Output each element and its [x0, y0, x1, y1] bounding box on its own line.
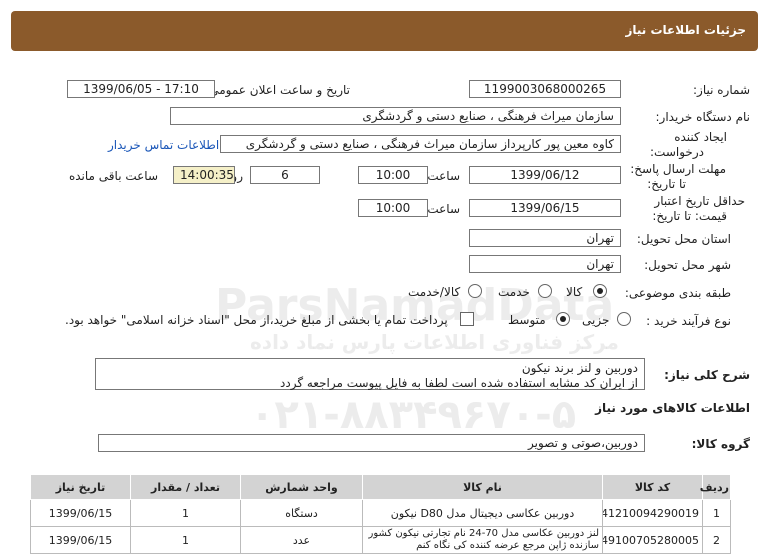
cell-row-number: 2: [702, 526, 731, 554]
process-option-minor: جزیی: [582, 313, 610, 327]
table-row: 2 2249100705280005 لنز دوربین عکاسی مدل …: [30, 526, 731, 554]
cell-name: دوربین عکاسی دیجیتال مدل D80 نیکون: [362, 499, 603, 527]
cell-code: 2241210094290019: [602, 499, 703, 527]
page-title: جزئیات اطلاعات نیاز: [625, 23, 746, 37]
buyer-label: نام دستگاه خریدار:: [655, 110, 751, 124]
category-radio-service[interactable]: [538, 284, 552, 298]
city-field: تهران: [469, 255, 621, 273]
goods-group-field: دوربین،صوتی و تصویر: [98, 434, 645, 452]
province-label: استان محل تحویل:: [636, 232, 731, 246]
description-label: شرح کلی نیاز:: [664, 368, 750, 382]
creator-label-1: ایجاد کننده: [674, 130, 727, 144]
validity-date-field: 1399/06/15: [469, 199, 621, 217]
cell-quantity: 1: [130, 499, 241, 527]
buyer-field: سازمان میراث فرهنگی ، صنایع دستی و گردشگ…: [170, 107, 621, 125]
category-option-service: خدمت: [498, 285, 530, 299]
category-radio-goods[interactable]: [593, 284, 607, 298]
goods-group-label: گروه کالا:: [691, 437, 750, 451]
province-field: تهران: [469, 229, 621, 247]
validity-label-1: حداقل تاریخ اعتبار: [654, 194, 745, 208]
cell-name: لنز دوربین عکاسی مدل 70-24 نام تجارتی نی…: [362, 526, 603, 554]
category-option-goods: کالا: [566, 285, 583, 299]
description-line-1: دوربین و لنز برند نیکون: [521, 361, 638, 375]
col-header-row-number: ردیف: [700, 474, 731, 500]
col-header-name: نام کالا: [362, 474, 603, 500]
process-radio-minor[interactable]: [617, 312, 631, 326]
cell-unit: دستگاه: [240, 499, 363, 527]
process-label: نوع فرآیند خرید :: [646, 314, 731, 328]
description-box: دوربین و لنز برند نیکون از ایران کد مشاب…: [95, 358, 645, 390]
contact-buyer-link[interactable]: اطلاعات تماس خریدار: [108, 138, 219, 152]
validity-label-2: قیمت: تا تاریخ:: [652, 209, 727, 223]
cell-code: 2249100705280005: [602, 526, 703, 554]
deadline-date-field: 1399/06/12: [469, 166, 621, 184]
remaining-label: ساعت باقی مانده: [68, 169, 158, 183]
deadline-label-2: تا تاریخ:: [647, 177, 686, 191]
cell-date: 1399/06/15: [30, 526, 131, 554]
announce-field: 1399/06/05 - 17:10: [67, 80, 215, 98]
goods-section-title: اطلاعات کالاهای مورد نیاز: [595, 401, 750, 415]
table-row: 1 2241210094290019 دوربین عکاسی دیجیتال …: [30, 499, 731, 527]
page-header: جزئیات اطلاعات نیاز: [11, 11, 758, 51]
process-option-medium: متوسط: [508, 313, 546, 327]
deadline-label-1: مهلت ارسال پاسخ:: [630, 162, 726, 176]
remaining-time-field: 14:00:35: [173, 166, 235, 184]
category-radio-both[interactable]: [468, 284, 482, 298]
category-label: طبقه بندی موضوعی:: [624, 286, 731, 300]
need-number-field: 1199003068000265: [469, 80, 621, 98]
col-header-date: تاریخ نیاز: [30, 474, 131, 500]
city-label: شهر محل تحویل:: [644, 258, 731, 272]
goods-table: ردیف کد کالا نام کالا واحد شمارش تعداد /…: [30, 474, 731, 554]
validity-time-label: ساعت: [427, 202, 460, 216]
days-field: 6: [250, 166, 320, 184]
cell-row-number: 1: [702, 499, 731, 527]
watermark-phone: ۰۲۱-۸۸۳۴۹۶۷۰-۵: [250, 392, 577, 438]
need-number-label: شماره نیاز:: [693, 83, 750, 97]
creator-label-2: درخواست:: [650, 145, 704, 159]
category-option-both: کالا/خدمت: [408, 285, 461, 299]
cell-unit: عدد: [240, 526, 363, 554]
cell-date: 1399/06/15: [30, 499, 131, 527]
treasury-payment-note: پرداخت تمام یا بخشی از مبلغ خرید،از محل …: [65, 313, 448, 327]
cell-quantity: 1: [130, 526, 241, 554]
watermark-text: مرکز فناوری اطلاعات پارس نماد داده: [250, 330, 619, 354]
deadline-time-field: 10:00: [358, 166, 428, 184]
announce-label: تاریخ و ساعت اعلان عمومی:: [205, 83, 350, 97]
col-header-unit: واحد شمارش: [240, 474, 363, 500]
deadline-time-label: ساعت: [427, 169, 460, 183]
treasury-payment-checkbox[interactable]: [460, 312, 474, 326]
validity-time-field: 10:00: [358, 199, 428, 217]
description-line-2: از ایران کد مشابه استفاده شده است لطفا ب…: [280, 376, 638, 390]
col-header-quantity: تعداد / مقدار: [130, 474, 241, 500]
process-radio-medium[interactable]: [556, 312, 570, 326]
goods-table-header: ردیف کد کالا نام کالا واحد شمارش تعداد /…: [30, 474, 731, 500]
col-header-code: کد کالا: [602, 474, 703, 500]
creator-field: کاوه معین پور کارپرداز سازمان میراث فرهن…: [220, 135, 621, 153]
